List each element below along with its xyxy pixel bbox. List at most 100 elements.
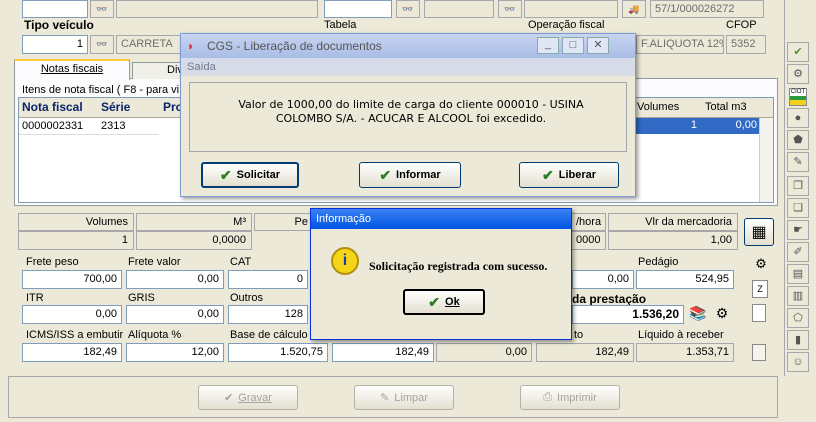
broom-icon: ✎ xyxy=(380,392,390,404)
base-col4-input[interactable]: 182,49 xyxy=(332,343,434,362)
book-icon[interactable]: ▮ xyxy=(787,330,809,350)
base-col6-value: 182,49 xyxy=(536,343,634,362)
table-row[interactable]: 0000002331 xyxy=(22,120,83,132)
top-field-1[interactable] xyxy=(22,0,88,18)
check-icon: ✔ xyxy=(428,293,441,310)
reference-number: 57/1/000026272 xyxy=(650,0,764,18)
limpar-button[interactable]: ✎ Limpar xyxy=(354,385,454,410)
col-volumes[interactable]: Volumes xyxy=(637,101,679,113)
copy-icon[interactable]: ❐ xyxy=(787,176,809,196)
info-icon: i xyxy=(331,247,359,275)
maximize-icon[interactable]: □ xyxy=(562,37,584,54)
base-input[interactable]: 1.520,75 xyxy=(228,343,328,362)
table-cell-total: 0,00 xyxy=(735,119,757,131)
shield-icon[interactable]: ⬠ xyxy=(787,308,809,328)
gris-input[interactable]: 0,00 xyxy=(126,305,224,324)
vhora-header: /hora xyxy=(570,213,606,231)
zoom-icon[interactable]: Z xyxy=(752,280,768,298)
liberar-button[interactable]: ✔ Liberar xyxy=(519,162,619,188)
outros-input[interactable]: 128 xyxy=(228,305,308,324)
col-total-m3[interactable]: Total m3 xyxy=(705,101,747,113)
prestacao-value: 1.536,20 xyxy=(572,305,684,324)
ciot-badge[interactable]: CIOT xyxy=(789,88,807,106)
itr-input[interactable]: 0,00 xyxy=(22,305,122,324)
itr-label: ITR xyxy=(26,292,44,304)
truck-icon[interactable]: 🚚 xyxy=(622,0,646,18)
ok-button[interactable]: ✔ Ok xyxy=(403,289,485,315)
frete-valor-input[interactable]: 0,00 xyxy=(126,270,224,289)
cgs-dialog: ◗ CGS - Liberação de documentos _ □ ✕ Sa… xyxy=(180,33,636,197)
liquido-label: Líquido à receber xyxy=(638,329,724,341)
base-label: Base de cálculo xyxy=(230,329,308,341)
cat-input[interactable]: 0 xyxy=(228,270,308,289)
top-field-5 xyxy=(524,0,618,18)
list-icon[interactable] xyxy=(752,304,766,322)
document-icon[interactable]: ⚙ xyxy=(752,256,770,274)
solicitar-button[interactable]: ✔ Solicitar xyxy=(201,162,299,188)
frete-peso-input[interactable]: 700,00 xyxy=(22,270,122,289)
ok-label: Ok xyxy=(445,296,460,308)
informar-button[interactable]: ✔ Informar xyxy=(359,162,461,188)
cgs-dialog-titlebar[interactable]: ◗ CGS - Liberação de documentos _ □ ✕ xyxy=(181,34,635,58)
settings-icon[interactable]: ⚙ xyxy=(712,305,732,324)
vehicle-code-input[interactable]: 1 xyxy=(22,35,88,54)
aliquota-label: Alíquota % xyxy=(128,329,182,341)
top-field-3[interactable] xyxy=(324,0,392,18)
gear-icon[interactable]: ⚙ xyxy=(787,64,809,84)
base-col5-value: 0,00 xyxy=(436,343,532,362)
brush-icon[interactable]: ✐ xyxy=(787,242,809,262)
paste-icon[interactable]: ❏ xyxy=(787,198,809,218)
items-group-title: Itens de nota fiscal ( F8 - para vi xyxy=(22,84,180,96)
calculator-icon: ▦ xyxy=(751,224,767,241)
pedagio-input[interactable]: 524,95 xyxy=(636,270,734,289)
gravar-button[interactable]: ✔ Gravar xyxy=(198,385,298,410)
check-icon[interactable]: ✔ xyxy=(787,42,809,62)
edit-icon[interactable]: ✎ xyxy=(787,152,809,172)
charge-col4-input[interactable]: 0,00 xyxy=(572,270,634,289)
minimize-icon[interactable]: _ xyxy=(537,37,559,54)
calculator-button[interactable]: ▦ xyxy=(744,218,774,246)
book-icon[interactable]: 📚 xyxy=(688,305,708,324)
shield-icon[interactable]: ⬟ xyxy=(787,130,809,150)
info-dialog: Informação i Solicitação registrada com … xyxy=(310,208,572,340)
user-icon[interactable]: ☺ xyxy=(787,352,809,372)
limpar-label: Limpar xyxy=(394,391,428,404)
pe-header: Pe xyxy=(254,213,314,231)
lookup-binoculars-icon[interactable]: 👓 xyxy=(396,0,420,18)
operacao-fiscal-label: Operação fiscal xyxy=(528,19,605,31)
info-dialog-titlebar[interactable]: Informação xyxy=(311,209,571,229)
hand-icon[interactable]: ☛ xyxy=(787,220,809,240)
volumes-header: Volumes xyxy=(18,213,134,231)
cgs-section-bar: Saída xyxy=(181,58,635,76)
lookup-binoculars-icon[interactable]: 👓 xyxy=(498,0,522,18)
check-icon: ✔ xyxy=(379,166,392,183)
top-field-4 xyxy=(424,0,494,18)
lookup-binoculars-icon[interactable]: 👓 xyxy=(90,35,114,54)
circle-icon[interactable]: ● xyxy=(787,108,809,128)
solicitar-label: Solicitar xyxy=(236,169,281,181)
top-field-2 xyxy=(116,0,318,18)
check-icon: ✔ xyxy=(541,166,554,183)
imprimir-button[interactable]: ⎙ Imprimir xyxy=(520,385,620,410)
tab-notas-fiscais[interactable]: Notas fiscais xyxy=(14,59,130,80)
icms-input[interactable]: 182,49 xyxy=(22,343,122,362)
tab-notas-label: Notas fiscais xyxy=(40,63,104,75)
close-icon[interactable]: ✕ xyxy=(587,37,609,54)
vehicle-name: CARRETA xyxy=(116,35,186,54)
frete-peso-label: Frete peso xyxy=(26,256,79,268)
aliquota-input[interactable]: 12,00 xyxy=(126,343,224,362)
vlr-mercadoria-header: Vlr da mercadoria xyxy=(608,213,738,231)
pages-icon[interactable]: ▤ xyxy=(787,264,809,284)
col-nota-fiscal[interactable]: Nota fiscal xyxy=(22,100,83,114)
lookup-binoculars-icon[interactable]: 👓 xyxy=(90,0,114,18)
document-icon[interactable]: ▥ xyxy=(787,286,809,306)
m3-header: M³ xyxy=(136,213,252,231)
tipo-veiculo-label: Tipo veículo xyxy=(24,18,94,32)
liquido-value: 1.353,71 xyxy=(636,343,734,362)
tab-div[interactable]: Div xyxy=(132,62,184,79)
col-serie[interactable]: Série xyxy=(101,100,130,114)
doc-icon[interactable] xyxy=(752,344,766,361)
gris-label: GRIS xyxy=(128,292,155,304)
table-scrollbar[interactable] xyxy=(759,118,773,202)
tabela-label: Tabela xyxy=(324,19,357,31)
